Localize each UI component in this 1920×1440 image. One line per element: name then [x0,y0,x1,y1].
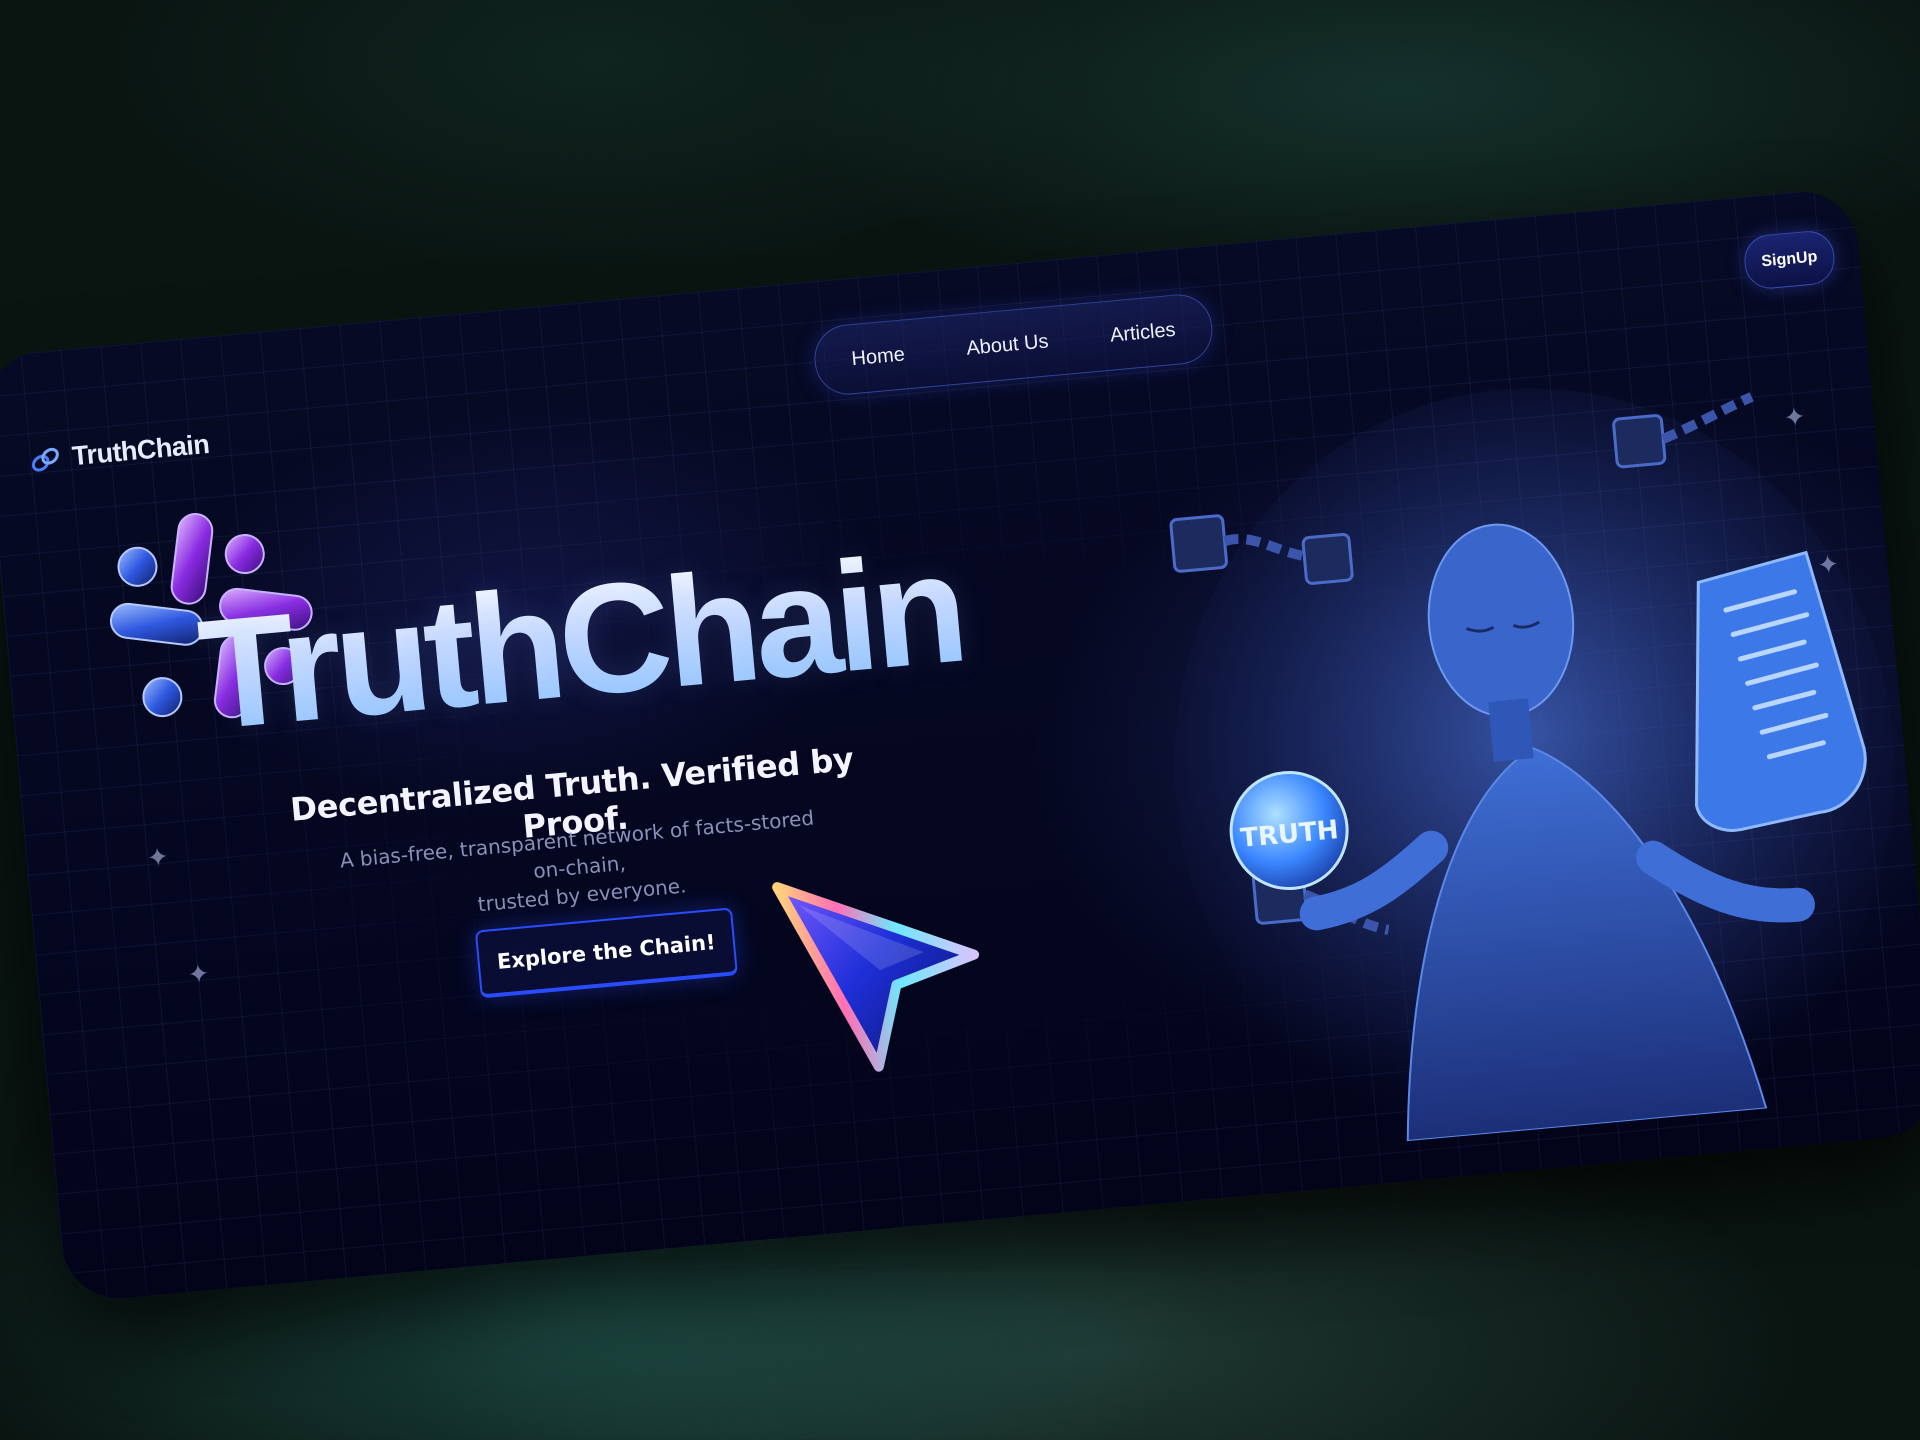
robot-figure-illustration: TRUTH [1169,388,1895,1148]
sparkle-icon: ✦ [145,842,171,875]
nav-item-articles[interactable]: Articles [1109,318,1176,347]
cursor-arrow-icon [772,882,980,1072]
nav-item-home[interactable]: Home [851,343,906,371]
nav-item-about-us[interactable]: About Us [965,330,1049,360]
hero-card: ✦ ✦ ✦ ✦ TruthChain Home About Us Article… [0,186,1920,1304]
sparkle-icon: ✦ [186,959,211,991]
chain-link-icon [31,447,59,472]
